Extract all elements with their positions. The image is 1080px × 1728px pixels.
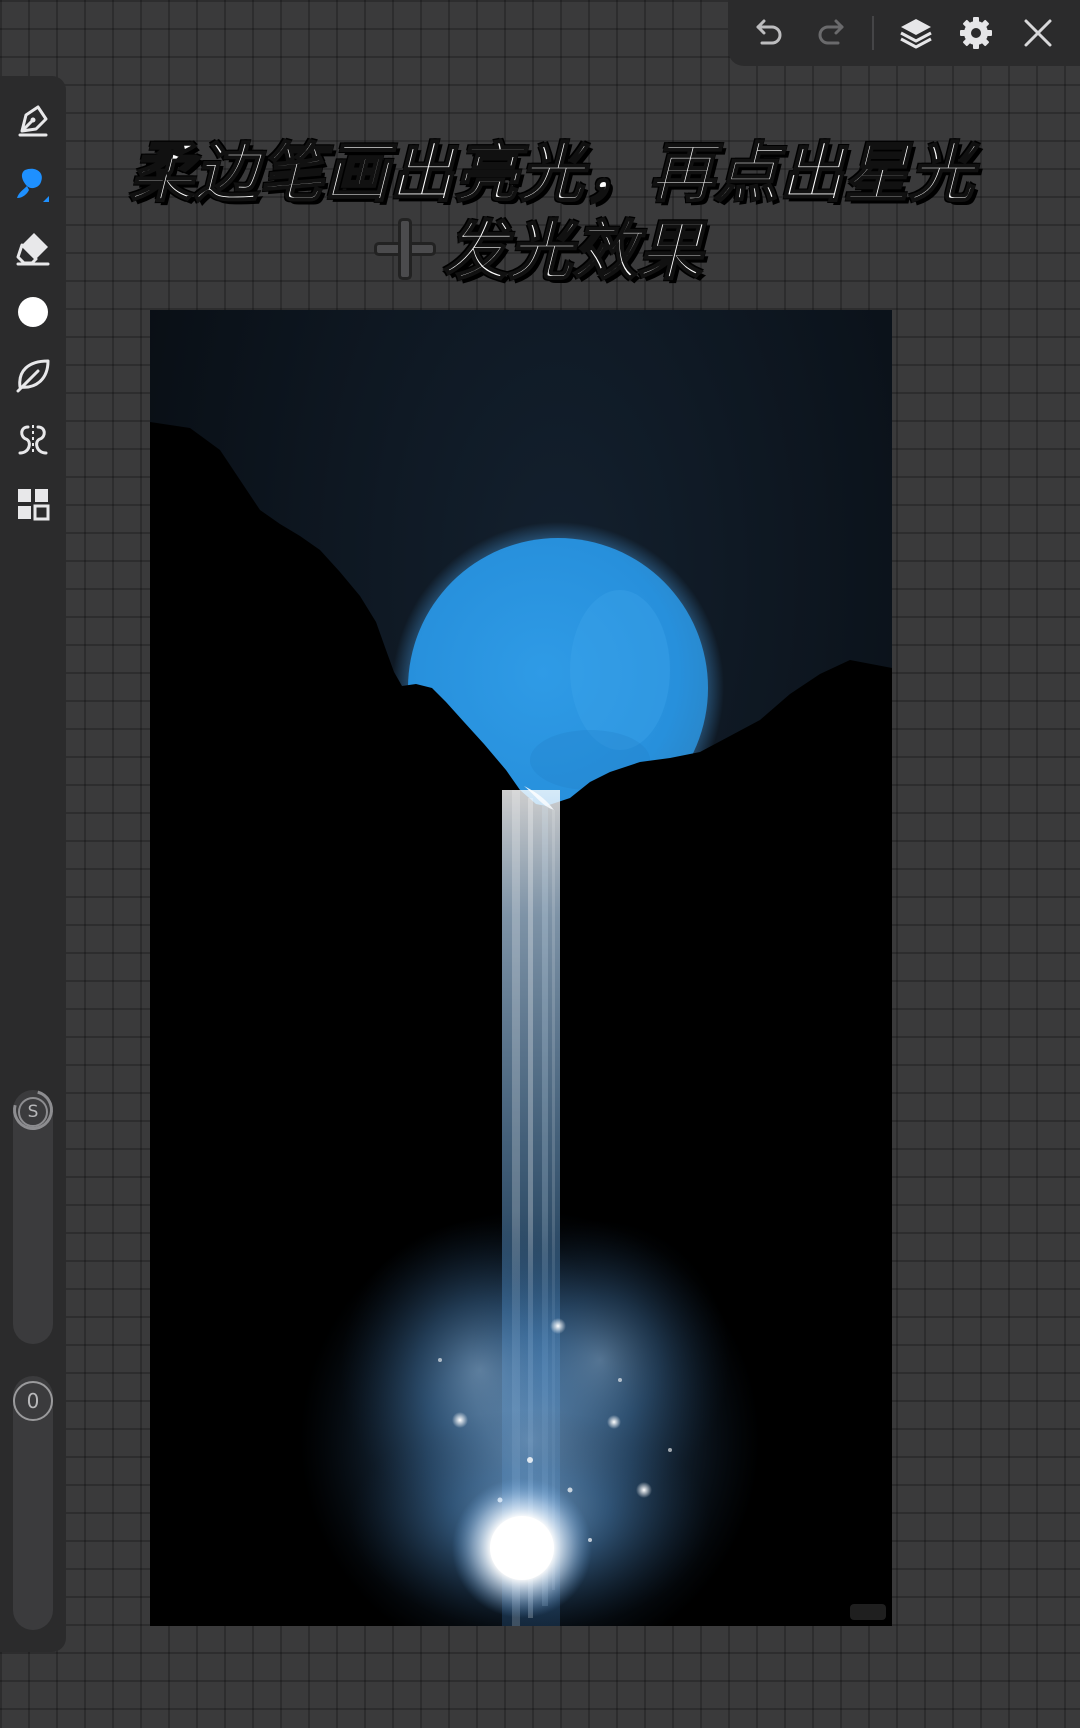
undo-icon [756, 19, 782, 45]
close-icon [1024, 19, 1052, 47]
settings-button[interactable] [956, 13, 996, 53]
opacity-knob[interactable]: 0 [13, 1381, 53, 1421]
caption-line-2-text: 发光效果 [442, 214, 703, 290]
grid-tool[interactable] [11, 482, 55, 526]
undo-button[interactable] [748, 13, 788, 53]
top-toolbar [728, 0, 1080, 66]
close-button[interactable] [1018, 13, 1058, 53]
brush-size-knob[interactable]: S [13, 1090, 53, 1130]
grid-icon [18, 489, 50, 521]
opacity-label: 0 [26, 1389, 40, 1413]
layers-icon [900, 19, 932, 49]
plus-icon [377, 221, 433, 278]
size-label: S [18, 1097, 48, 1127]
redo-button[interactable] [812, 13, 852, 53]
leaf-icon [16, 359, 50, 393]
tool-panel: S 0 [0, 76, 66, 1652]
watermark [850, 1604, 886, 1620]
artwork [150, 310, 892, 1626]
layers-button[interactable] [896, 13, 936, 53]
drawing-canvas[interactable] [150, 310, 892, 1626]
settings-icon [960, 17, 992, 49]
symmetry-icon [18, 425, 48, 455]
color-icon [18, 297, 48, 327]
redo-icon [818, 19, 844, 45]
symmetry-tool[interactable] [11, 418, 55, 462]
liquify-tool[interactable] [11, 354, 55, 398]
color-swatch[interactable] [11, 290, 55, 334]
caption-line-2: 发光效果 [0, 200, 1080, 292]
toolbar-divider [872, 16, 874, 50]
